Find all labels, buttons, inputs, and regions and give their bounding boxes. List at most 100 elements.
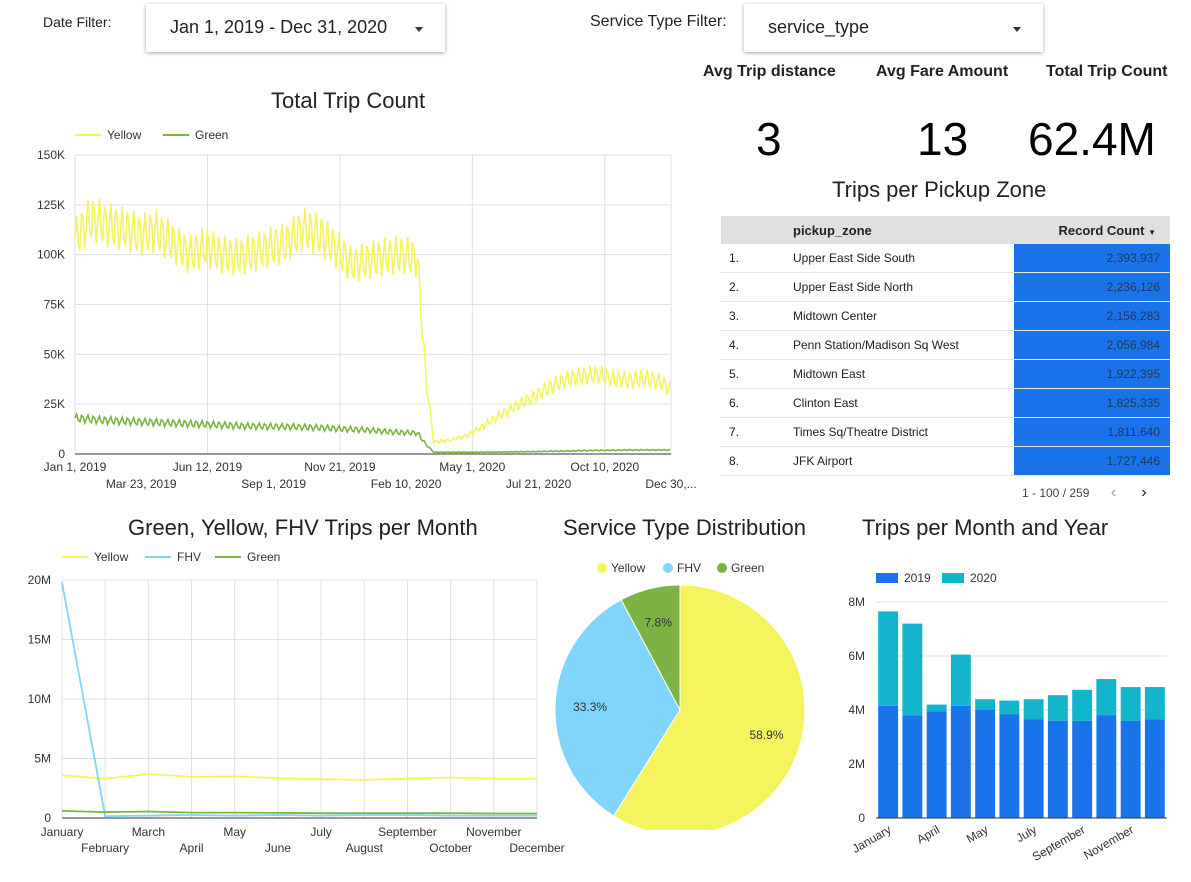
x-tick-label: September (378, 825, 437, 839)
table-row[interactable]: 5. Midtown East 1,922,395 (721, 359, 1170, 389)
trips-per-month-year-chart: 0 2M 4M 6M 8M January April May JulySeptemberNov… (848, 571, 1167, 864)
bar-2020 (1096, 679, 1117, 716)
bar-2020 (1023, 699, 1044, 720)
table-cell-count: 2,393,937 (1014, 244, 1170, 273)
legend-swatch (717, 563, 727, 573)
bar-2020 (950, 654, 971, 706)
y-tick-label: 25K (44, 397, 65, 411)
chart-title-total-trip-count: Total Trip Count (271, 88, 426, 113)
service-filter-dropdown[interactable]: service_type (744, 4, 1043, 52)
bar-2019 (1047, 720, 1068, 818)
date-filter-value: Jan 1, 2019 - Dec 31, 2020 (170, 17, 388, 37)
series-line-yellow (74, 199, 671, 446)
y-tick-label: 10M (28, 692, 51, 706)
series-line-green (74, 411, 671, 454)
chart-title-trips-per-month-year: Trips per Month and Year (862, 515, 1109, 540)
table-cell-num: 6. (721, 388, 793, 418)
x-tick-label: Oct 10, 2020 (570, 460, 639, 474)
bar-2020 (878, 611, 899, 706)
chart-title-service-type-distribution: Service Type Distribution (563, 515, 806, 540)
table-row[interactable]: 3. Midtown Center 2,156,283 (721, 301, 1170, 331)
x-tick-label: Jan 1, 2019 (44, 460, 107, 474)
legend-label: Green (247, 550, 280, 564)
bar-2020 (1072, 689, 1093, 721)
x-tick-label: May (223, 825, 246, 839)
table-header-row: pickup_zone Record Count ▼ (721, 216, 1170, 244)
table-cell-zone: Midtown East (793, 359, 1014, 389)
bar-2020 (999, 700, 1020, 715)
kpi-label-avg-fare-amount: Avg Fare Amount (876, 63, 1009, 80)
legend-label: 2020 (970, 571, 997, 585)
pickup-zone-table: pickup_zone Record Count ▼ 1. Upper East … (721, 216, 1170, 476)
pie-slice-label: 7.8% (645, 616, 673, 630)
table-cell-zone: Upper East Side South (793, 244, 1014, 273)
y-tick-label: 0 (58, 447, 65, 461)
table-cell-zone: Midtown Center (793, 301, 1014, 331)
legend-label: Yellow (107, 128, 142, 142)
bar-2020 (1047, 695, 1068, 721)
bar-2020 (975, 699, 996, 710)
pie-slice-label: 58.9% (749, 728, 783, 742)
bar-2020 (902, 623, 923, 716)
x-tick-label: January (41, 825, 84, 839)
table-cell-zone: Upper East Side North (793, 272, 1014, 302)
table-cell-num: 4. (721, 330, 793, 360)
bar-2019 (1144, 719, 1165, 818)
table-row[interactable]: 8. JFK Airport 1,727,446 (721, 446, 1170, 476)
service-filter-label: Service Type Filter: (590, 13, 727, 30)
x-tick-label: April (914, 822, 942, 846)
table-header-num (721, 216, 793, 244)
y-tick-label: 2M (848, 757, 865, 771)
bar-2020 (1120, 687, 1141, 721)
chevron-right-icon[interactable]: › (1141, 484, 1146, 502)
table-cell-num: 3. (721, 301, 793, 331)
x-tick-label: Jun 12, 2019 (173, 460, 243, 474)
table-cell-num: 1. (721, 244, 793, 273)
x-tick-label: February (81, 841, 129, 855)
y-tick-label: 100K (37, 248, 65, 262)
legend-label: Yellow (611, 561, 646, 575)
table-row[interactable]: 2. Upper East Side North 2,236,126 (721, 272, 1170, 302)
legend-swatch (876, 573, 898, 583)
table-row[interactable]: 6. Clinton East 1,825,335 (721, 388, 1170, 418)
chevron-left-icon[interactable]: ‹ (1111, 484, 1116, 502)
pie-slice-label: 33.3% (573, 700, 607, 714)
table-header-record-count[interactable]: Record Count ▼ (1014, 216, 1170, 244)
date-filter-dropdown[interactable]: Jan 1, 2019 - Dec 31, 2020 (146, 4, 445, 52)
table-cell-count: 2,156,283 (1014, 301, 1170, 331)
bar-2020 (926, 704, 947, 712)
bar-2019 (999, 714, 1020, 819)
bar-2019 (1072, 720, 1093, 818)
y-tick-label: 5M (34, 752, 51, 766)
x-tick-label: Nov 21, 2019 (304, 460, 376, 474)
y-tick-label: 8M (848, 595, 865, 609)
x-tick-label: Sep 1, 2019 (241, 477, 306, 491)
series-line-green (61, 810, 537, 815)
bar-2019 (975, 710, 996, 818)
table-cell-num: 8. (721, 446, 793, 476)
x-tick-label: March (132, 825, 165, 839)
x-tick-label: Dec 30,... (645, 477, 696, 491)
pager-text: 1 - 100 / 259 (1022, 486, 1090, 500)
legend-swatch (942, 573, 964, 583)
y-tick-label: 15M (28, 633, 51, 647)
table-header-pickup-zone[interactable]: pickup_zone (793, 216, 1014, 244)
x-tick-label: Feb 10, 2020 (371, 477, 442, 491)
legend-label: FHV (677, 561, 701, 575)
legend-label: Green (731, 561, 764, 575)
x-tick-label: July (1014, 822, 1039, 845)
table-row[interactable]: 7. Times Sq/Theatre District 1,811,640 (721, 417, 1170, 447)
table-row[interactable]: 4. Penn Station/Madison Sq West 2,056,984 (721, 330, 1170, 360)
kpi-value-avg-fare-amount: 13 (917, 113, 969, 165)
table-title-pickup-zone: Trips per Pickup Zone (832, 177, 1047, 202)
bar-2019 (926, 711, 947, 818)
bar-2019 (902, 715, 923, 818)
y-tick-label: 20M (28, 573, 51, 587)
total-trip-count-chart: 0 25K 50K 75K 100K 125K 150K Jan 1, 2019 Mar 23,… (37, 128, 697, 491)
x-tick-label: November (466, 825, 521, 839)
table-cell-count: 1,825,335 (1014, 388, 1170, 418)
table-row[interactable]: 1. Upper East Side South 2,393,937 (721, 244, 1170, 273)
y-tick-label: 0 (44, 811, 51, 825)
legend-label: FHV (177, 550, 201, 564)
table-cell-zone: Times Sq/Theatre District (793, 417, 1014, 447)
